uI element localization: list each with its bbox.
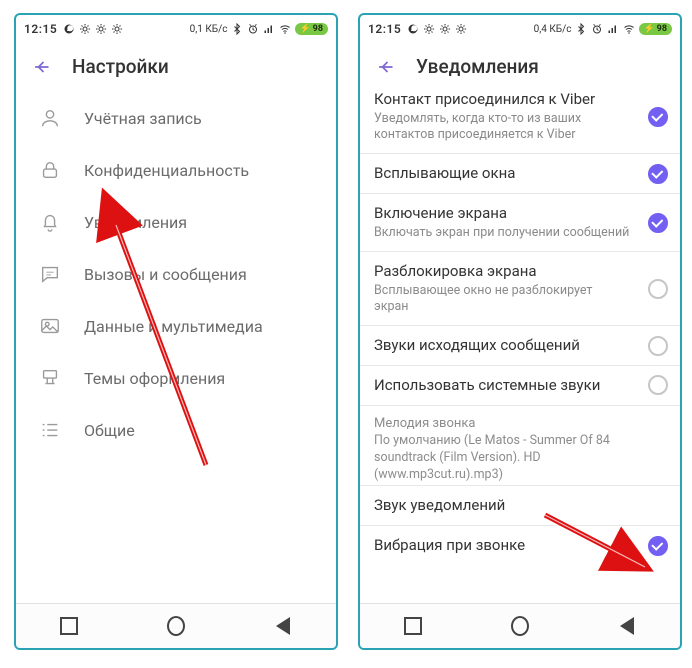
toggle-off-icon[interactable] bbox=[648, 336, 668, 356]
bell-icon bbox=[38, 210, 62, 234]
notif-item-screen-on[interactable]: Включение экрана Включать экран при полу… bbox=[360, 193, 680, 251]
sidebar-item-label: Вызовы и сообщения bbox=[84, 265, 247, 284]
brush-icon bbox=[38, 366, 62, 390]
notification-list[interactable]: Контакт присоединился к Viber Уведомлять… bbox=[360, 92, 680, 603]
signal-icon bbox=[263, 23, 275, 35]
home-button[interactable] bbox=[167, 617, 185, 635]
recent-apps-button[interactable] bbox=[60, 617, 78, 635]
title-bar: Настройки bbox=[16, 41, 336, 92]
item-title: Звук уведомлений bbox=[374, 496, 630, 515]
item-title: Звуки исходящих сообщений bbox=[374, 336, 630, 355]
sidebar-item-account[interactable]: Учётная запись bbox=[16, 92, 336, 144]
item-title: Включение экрана bbox=[374, 204, 630, 223]
back-button[interactable] bbox=[618, 617, 636, 635]
page-title: Настройки bbox=[72, 55, 169, 78]
wifi-icon bbox=[623, 23, 635, 35]
toggle-off-icon[interactable] bbox=[648, 279, 668, 299]
bluetooth-icon bbox=[231, 23, 243, 35]
nav-bar bbox=[360, 603, 680, 648]
home-button[interactable] bbox=[511, 617, 529, 635]
settings-list: Учётная запись Конфиденциальность Уведом… bbox=[16, 92, 336, 603]
section-ringtone[interactable]: Мелодия звонка По умолчанию (Le Matos - … bbox=[360, 405, 680, 486]
item-title: Использовать системные звуки bbox=[374, 376, 630, 395]
title-bar: Уведомления bbox=[360, 41, 680, 92]
alarm-icon bbox=[247, 23, 259, 35]
settings-small-icon bbox=[79, 23, 91, 35]
clock: 12:15 bbox=[24, 22, 57, 36]
clock: 12:15 bbox=[368, 22, 401, 36]
item-title: Контакт присоединился к Viber bbox=[374, 92, 630, 109]
notif-item-notif-sound[interactable]: Звук уведомлений bbox=[360, 485, 680, 525]
sidebar-item-label: Учётная запись bbox=[84, 109, 202, 128]
back-button[interactable] bbox=[274, 617, 292, 635]
whatsapp-icon bbox=[63, 23, 75, 35]
notif-item-outgoing-sounds[interactable]: Звуки исходящих сообщений bbox=[360, 325, 680, 365]
settings-small-icon-2 bbox=[95, 23, 107, 35]
item-subtitle: Уведомлять, когда кто-то из ваших контак… bbox=[374, 111, 630, 144]
data-rate: 0,1 КБ/с bbox=[190, 24, 228, 35]
image-icon bbox=[38, 314, 62, 338]
battery-indicator: ⚡98 bbox=[295, 23, 328, 35]
sidebar-item-general[interactable]: Общие bbox=[16, 404, 336, 456]
notif-item-popups[interactable]: Всплывающие окна bbox=[360, 153, 680, 193]
wifi-icon bbox=[279, 23, 291, 35]
sidebar-item-notifications[interactable]: Уведомления bbox=[16, 196, 336, 248]
item-title: Всплывающие окна bbox=[374, 164, 630, 183]
user-icon bbox=[38, 106, 62, 130]
sidebar-item-label: Общие bbox=[84, 421, 135, 440]
item-title: Вибрация при звонке bbox=[374, 536, 630, 555]
section-head: Мелодия звонка bbox=[374, 416, 666, 431]
phone-notifications: 12:15 0,4 КБ/с ⚡98 Уведомления bbox=[358, 13, 682, 650]
settings-small-icon-2 bbox=[439, 23, 451, 35]
phone-settings: 12:15 0,1 КБ/с ⚡98 Настройки bbox=[14, 13, 338, 650]
sidebar-item-label: Темы оформления bbox=[84, 369, 225, 388]
sidebar-item-label: Конфиденциальность bbox=[84, 161, 249, 180]
data-rate: 0,4 КБ/с bbox=[534, 24, 572, 35]
page-title: Уведомления bbox=[416, 55, 539, 78]
notif-item-vibrate[interactable]: Вибрация при звонке bbox=[360, 525, 680, 565]
sidebar-item-label: Данные и мультимедиа bbox=[84, 317, 263, 336]
lock-icon bbox=[38, 158, 62, 182]
sidebar-item-themes[interactable]: Темы оформления bbox=[16, 352, 336, 404]
recent-apps-button[interactable] bbox=[404, 617, 422, 635]
section-body: По умолчанию (Le Matos - Summer Of 84 so… bbox=[374, 433, 666, 484]
chat-icon bbox=[38, 262, 62, 286]
sidebar-item-privacy[interactable]: Конфиденциальность bbox=[16, 144, 336, 196]
item-subtitle: Включать экран при получении сообщений bbox=[374, 225, 630, 241]
settings-small-icon-3 bbox=[111, 23, 123, 35]
toggle-on-icon[interactable] bbox=[648, 536, 668, 556]
settings-small-icon bbox=[423, 23, 435, 35]
sidebar-item-calls[interactable]: Вызовы и сообщения bbox=[16, 248, 336, 300]
toggle-on-icon[interactable] bbox=[648, 213, 668, 233]
bluetooth-icon bbox=[575, 23, 587, 35]
whatsapp-icon bbox=[407, 23, 419, 35]
settings-small-icon-3 bbox=[455, 23, 467, 35]
toggle-on-icon[interactable] bbox=[648, 107, 668, 127]
back-icon[interactable] bbox=[30, 56, 52, 78]
toggle-on-icon[interactable] bbox=[648, 164, 668, 184]
notif-item-contact-joined[interactable]: Контакт присоединился к Viber Уведомлять… bbox=[360, 92, 680, 153]
battery-indicator: ⚡98 bbox=[639, 23, 672, 35]
list-icon bbox=[38, 418, 62, 442]
sidebar-item-label: Уведомления bbox=[84, 213, 187, 232]
nav-bar bbox=[16, 603, 336, 648]
back-icon[interactable] bbox=[374, 56, 396, 78]
signal-icon bbox=[607, 23, 619, 35]
sidebar-item-media[interactable]: Данные и мультимедиа bbox=[16, 300, 336, 352]
notif-item-system-sounds[interactable]: Использовать системные звуки bbox=[360, 365, 680, 405]
status-bar: 12:15 0,4 КБ/с ⚡98 bbox=[360, 15, 680, 41]
status-bar: 12:15 0,1 КБ/с ⚡98 bbox=[16, 15, 336, 41]
item-subtitle: Всплывающее окно не разблокирует экран bbox=[374, 283, 630, 316]
notif-item-unlock[interactable]: Разблокировка экрана Всплывающее окно не… bbox=[360, 251, 680, 325]
alarm-icon bbox=[591, 23, 603, 35]
toggle-off-icon[interactable] bbox=[648, 375, 668, 395]
item-title: Разблокировка экрана bbox=[374, 262, 630, 281]
